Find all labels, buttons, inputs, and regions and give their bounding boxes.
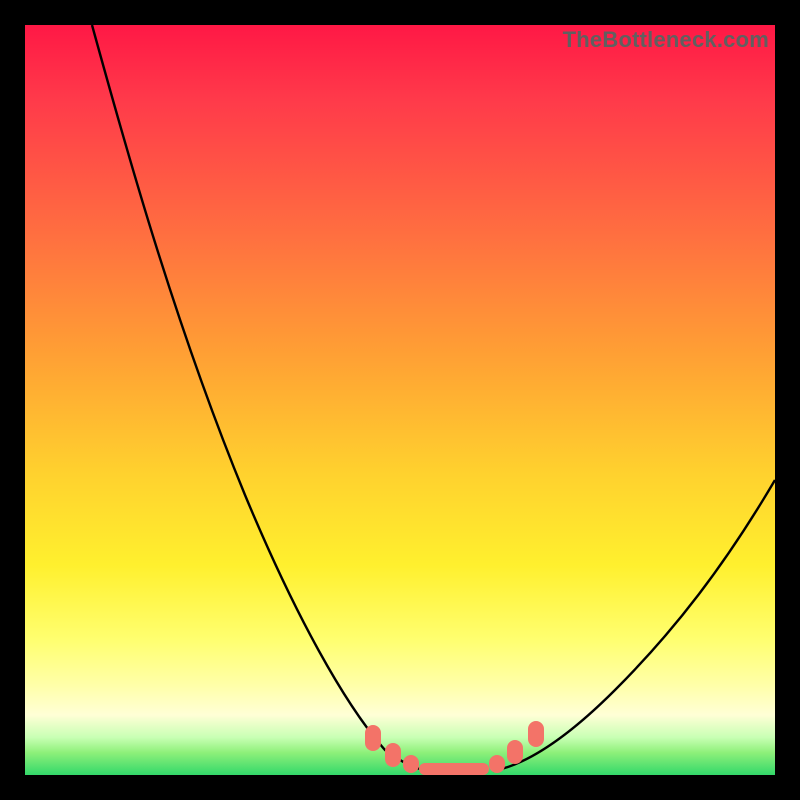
chart-frame: TheBottleneck.com bbox=[0, 0, 800, 800]
plot-area: TheBottleneck.com bbox=[25, 25, 775, 775]
curve-layer bbox=[25, 25, 775, 775]
trough-markers bbox=[365, 721, 544, 775]
left-curve bbox=[92, 25, 430, 771]
